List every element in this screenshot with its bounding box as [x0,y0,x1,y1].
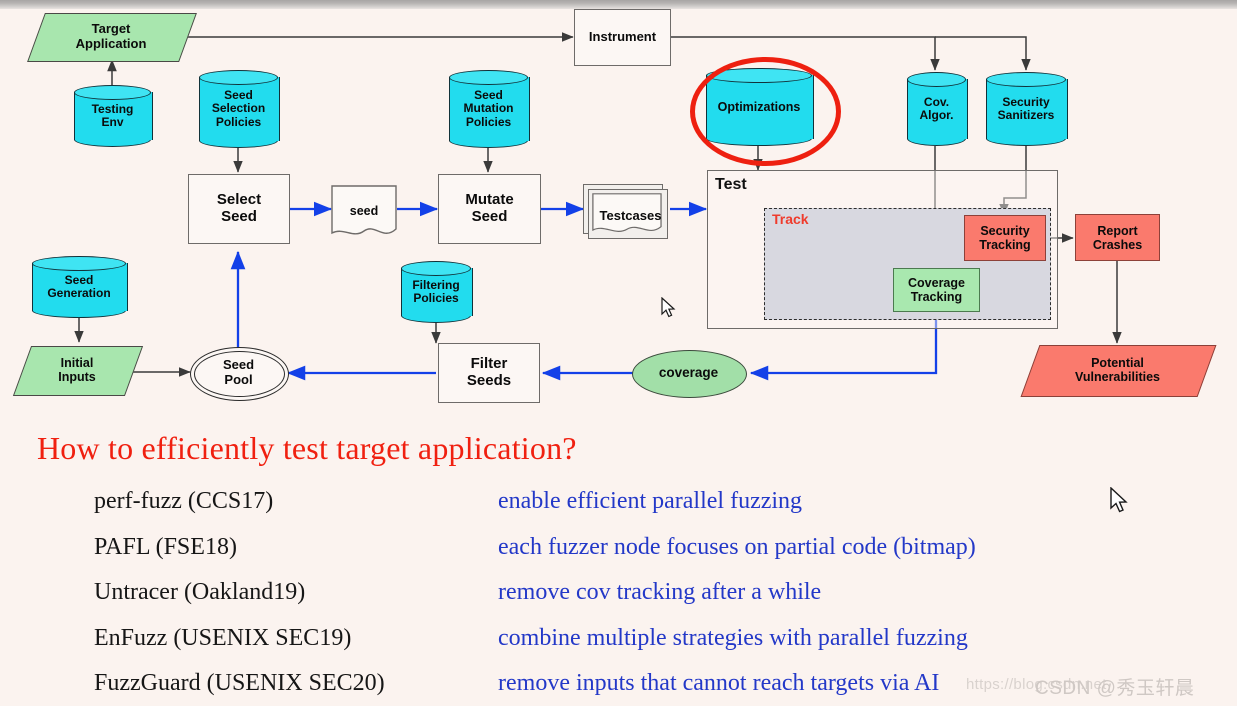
node-label: Select Seed [216,191,262,225]
cylinder-top [986,72,1066,87]
cylinder-top [32,256,126,271]
node-label: seed [349,204,379,218]
paper-name: FuzzGuard (USENIX SEC20) [94,670,385,696]
node-label: Filter Seeds [466,355,512,389]
cylinder-top [199,70,278,85]
node-label: Mutate Seed [465,191,514,225]
container-track-label: Track [772,211,809,227]
node-label: Coverage Tracking [908,276,965,304]
node-label: Report Crashes [1092,223,1143,252]
node-filter-seeds: Filter Seeds [438,343,540,403]
paper-name: PAFL (FSE18) [94,533,237,560]
node-seed-pool: Seed Pool [190,347,289,401]
node-testing-env: Testing Env [74,85,153,147]
paper-name: perf-fuzz (CCS17) [94,488,274,514]
paper-name: EnFuzz (USENIX SEC19) [94,624,352,651]
cylinder-top [907,72,966,87]
node-seed-selection-policies: Seed Selection Policies [199,70,280,148]
cylinder-top [401,261,471,276]
node-potential-vulnerabilities: Potential Vulnerabilities [1020,345,1217,397]
paper-description: each fuzzer node focuses on partial code… [498,533,976,560]
node-seed-mutation-policies: Seed Mutation Policies [449,70,530,148]
node-testcases: Testcases [583,184,670,241]
container-test-label: Test [715,176,747,193]
node-label: Instrument [588,29,657,45]
node-initial-inputs: Initial Inputs [12,346,144,396]
node-label: Security Sanitizers [997,94,1055,122]
node-select-seed: Select Seed [188,174,290,244]
slide-canvas: Target Application Testing Env Seed Sele… [0,0,1237,706]
list-item: perf-fuzz (CCS17) enable efficient paral… [0,488,1237,534]
node-label: Testcases [599,208,662,224]
node-coverage-tracking: Coverage Tracking [893,268,980,312]
paper-description: enable efficient parallel fuzzing [498,488,803,514]
node-label: Seed Selection Policies [211,87,266,129]
node-coverage: coverage [632,350,747,398]
list-item: PAFL (FSE18) each fuzzer node focuses on… [0,534,1237,580]
cylinder-top [74,85,151,100]
node-security-tracking: Security Tracking [964,215,1046,261]
node-label: Potential Vulnerabilities [1075,356,1160,384]
node-report-crashes: Report Crashes [1075,214,1160,261]
node-label: coverage [658,365,719,381]
node-target-application: Target Application [27,13,197,62]
node-label: Seed Generation [47,272,111,300]
node-label: Initial Inputs [58,356,96,384]
node-filtering-policies: Filtering Policies [401,261,473,323]
node-label: Testing Env [91,101,134,129]
list-item: Untracer (Oakland19) remove cov tracking… [0,579,1237,625]
node-cov-algor: Cov. Algor. [907,72,968,146]
node-label: Filtering Policies [412,277,460,305]
paper-description: remove inputs that cannot reach targets … [498,670,940,696]
mouse-cursor-secondary [661,297,676,318]
highlight-circle-optimizations [690,57,841,166]
watermark-label: CSDN @秀玉轩晨 [1035,678,1195,699]
node-label: Cov. Algor. [919,94,954,122]
node-label: Security Tracking [979,224,1031,252]
node-label: Seed Pool [222,357,255,387]
fuzzing-workflow-diagram: Target Application Testing Env Seed Sele… [0,0,1237,420]
paper-description: remove cov tracking after a while [498,579,822,605]
node-seed-document: seed [331,185,397,237]
node-label: Target Application [75,20,147,51]
node-label: Seed Mutation Policies [463,87,514,129]
node-security-sanitizers: Security Sanitizers [986,72,1068,146]
node-mutate-seed: Mutate Seed [438,174,541,244]
cylinder-top [449,70,528,85]
paper-name: Untracer (Oakland19) [94,579,306,605]
node-instrument: Instrument [574,9,671,66]
node-seed-generation: Seed Generation [32,256,128,318]
paper-description: combine multiple strategies with paralle… [498,624,968,651]
list-item: EnFuzz (USENIX SEC19) combine multiple s… [0,625,1237,671]
mouse-cursor [1110,487,1128,513]
page-title: How to efficiently test target applicati… [37,430,577,466]
